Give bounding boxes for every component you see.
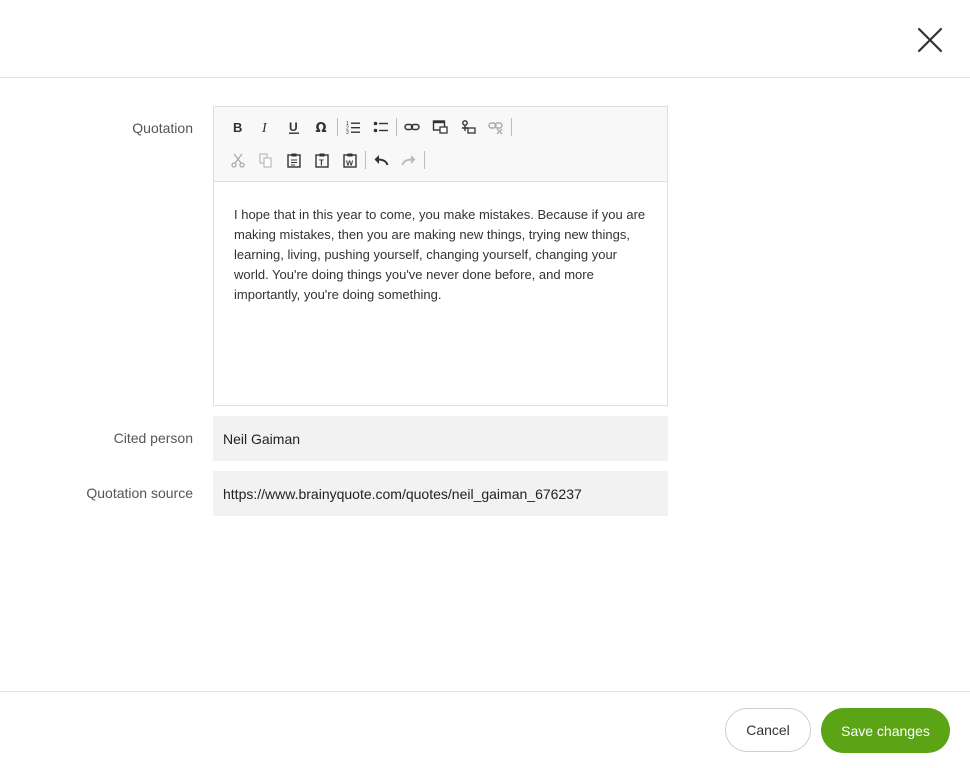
bulleted-list-button[interactable] bbox=[367, 114, 395, 140]
unlink-icon bbox=[488, 122, 503, 135]
paste-icon bbox=[287, 153, 301, 168]
numbered-list-button[interactable]: 1 2 3 bbox=[339, 114, 367, 140]
quotation-source-input[interactable] bbox=[213, 471, 668, 516]
quotation-label: Quotation bbox=[132, 120, 193, 136]
link-button[interactable] bbox=[398, 114, 426, 140]
dialog-header bbox=[0, 0, 970, 78]
toolbar-separator bbox=[365, 151, 366, 169]
cut-icon bbox=[231, 153, 245, 168]
link-icon bbox=[404, 123, 420, 131]
redo-button[interactable] bbox=[395, 147, 423, 173]
close-icon bbox=[917, 27, 943, 53]
paste-word-button[interactable]: W bbox=[336, 147, 364, 173]
copy-button[interactable] bbox=[252, 147, 280, 173]
toolbar-separator bbox=[511, 118, 512, 136]
svg-text:3: 3 bbox=[346, 130, 349, 135]
paste-button[interactable] bbox=[280, 147, 308, 173]
numbered-list-icon: 1 2 3 bbox=[346, 121, 360, 135]
italic-button[interactable]: I bbox=[252, 114, 280, 140]
paste-text-button[interactable]: T bbox=[308, 147, 336, 173]
underline-icon: U bbox=[289, 120, 299, 134]
omega-icon: Ω bbox=[316, 121, 327, 135]
toolbar-separator bbox=[337, 118, 338, 136]
quotation-text[interactable]: I hope that in this year to come, you ma… bbox=[214, 182, 667, 305]
bold-button[interactable]: B bbox=[224, 114, 252, 140]
anchor-icon bbox=[462, 120, 476, 134]
special-char-button[interactable]: Ω bbox=[308, 114, 336, 140]
quotation-editor[interactable]: B I U Ω 1 2 3 T W I hope that in this ye… bbox=[213, 106, 668, 406]
svg-text:Ω: Ω bbox=[316, 121, 327, 135]
save-changes-button[interactable]: Save changes bbox=[821, 708, 950, 753]
unlink-button[interactable] bbox=[482, 114, 510, 140]
close-button[interactable] bbox=[912, 22, 948, 58]
cited-person-label: Cited person bbox=[113, 430, 193, 446]
svg-text:U: U bbox=[289, 120, 298, 134]
svg-text:W: W bbox=[346, 159, 354, 168]
paste-word-icon: W bbox=[343, 153, 357, 168]
svg-text:B: B bbox=[233, 120, 242, 135]
editor-toolbar: B I U Ω 1 2 3 T W bbox=[214, 107, 667, 182]
toolbar-separator bbox=[396, 118, 397, 136]
anchor-button[interactable] bbox=[454, 114, 482, 140]
italic-icon: I bbox=[261, 121, 268, 135]
underline-button[interactable]: U bbox=[280, 114, 308, 140]
paste-text-icon: T bbox=[315, 153, 329, 168]
cut-button[interactable] bbox=[224, 147, 252, 173]
cancel-button[interactable]: Cancel bbox=[725, 708, 811, 752]
svg-text:T: T bbox=[319, 159, 324, 168]
undo-icon bbox=[374, 155, 389, 166]
copy-icon bbox=[259, 153, 272, 168]
dialog-footer: Cancel Save changes bbox=[0, 691, 970, 768]
svg-text:I: I bbox=[261, 121, 268, 135]
undo-button[interactable] bbox=[367, 147, 395, 173]
image-icon bbox=[432, 120, 448, 134]
cited-person-input[interactable] bbox=[213, 416, 668, 461]
toolbar-separator bbox=[424, 151, 425, 169]
image-button[interactable] bbox=[426, 114, 454, 140]
quotation-source-label: Quotation source bbox=[86, 485, 193, 501]
bulleted-list-icon bbox=[373, 121, 388, 133]
redo-icon bbox=[401, 155, 416, 166]
bold-icon: B bbox=[233, 120, 242, 135]
